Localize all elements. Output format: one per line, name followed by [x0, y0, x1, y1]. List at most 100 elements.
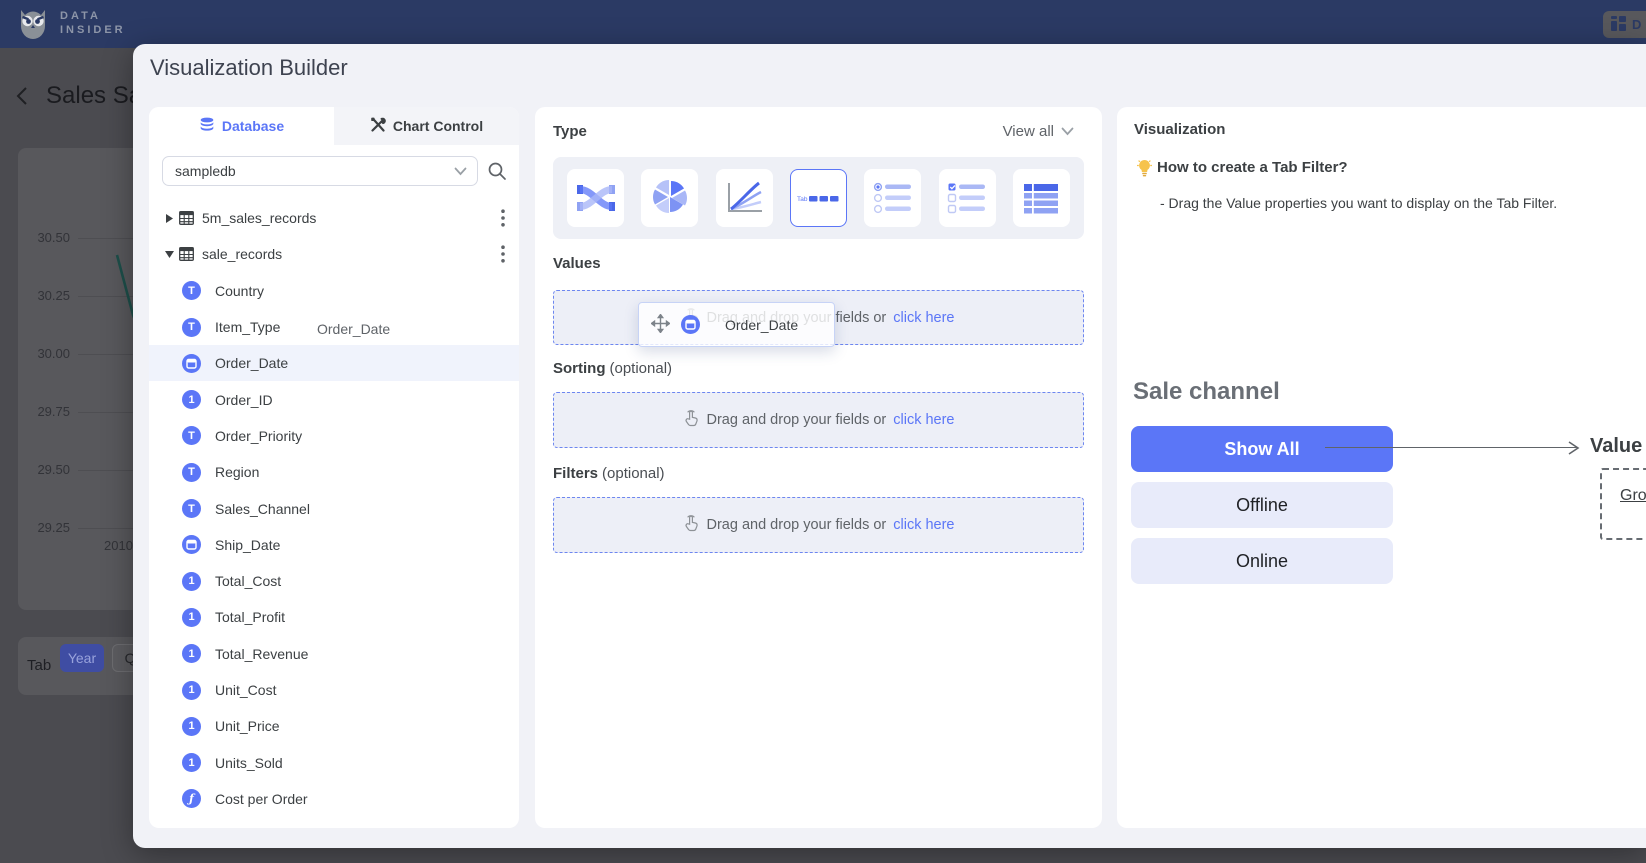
tree-item-total_revenue[interactable]: 1Total_Revenue — [149, 636, 519, 672]
dropzone-click-here-link[interactable]: click here — [893, 517, 954, 533]
field-label: Unit_Price — [215, 718, 280, 734]
number-field-icon: 1 — [182, 644, 201, 663]
caret-down-icon[interactable] — [161, 250, 177, 259]
chevron-down-icon — [1061, 123, 1074, 140]
chart-type-pie[interactable] — [641, 169, 698, 227]
period-tab-year[interactable]: Year — [60, 644, 104, 672]
chart-type-sankey[interactable] — [567, 169, 624, 227]
period-group-label: Tab — [27, 657, 51, 674]
database-select-value: sampledb — [175, 163, 236, 179]
tree-item-order_date[interactable]: Order_Date — [149, 345, 519, 381]
builder-panel: Type View all — [535, 107, 1102, 828]
tree-item-unit_price[interactable]: 1 Unit_Price — [149, 708, 519, 744]
sorting-dropzone[interactable]: Drag and drop your fields or click here — [553, 392, 1084, 448]
tab-chart-control-label: Chart Control — [393, 118, 483, 134]
visualization-title: Visualization — [1134, 121, 1225, 138]
field-label: Order_Date — [215, 355, 288, 371]
tree-item-order_id[interactable]: 1Order_ID — [149, 381, 519, 417]
date-field-icon — [182, 354, 201, 373]
field-label: Total_Profit — [215, 609, 285, 625]
chart-type-checkbox-list[interactable] — [939, 169, 996, 227]
field-label: Item_Type — [215, 319, 280, 335]
back-chevron-icon[interactable] — [12, 85, 32, 112]
field-label: Cost per Order — [215, 791, 308, 807]
tab-filter-show-all-button[interactable]: Show All — [1131, 426, 1393, 472]
tab-database-label: Database — [222, 118, 284, 134]
more-options-icon[interactable] — [501, 245, 505, 266]
dropzone-text: Drag and drop your fields or — [707, 412, 887, 428]
callout-value-label: Value — [1590, 435, 1642, 458]
table-label: sale_records — [202, 246, 282, 262]
chart-type-radio-list[interactable] — [864, 169, 921, 227]
bulb-icon — [1136, 158, 1153, 182]
chart-type-line[interactable] — [716, 169, 773, 227]
tree-item-5m_sales_records[interactable]: 5m_sales_records — [149, 200, 519, 236]
field-label: Region — [215, 464, 259, 480]
text-field-icon: T — [182, 499, 201, 518]
tree-item-sale_records[interactable]: sale_records — [149, 236, 519, 272]
hint-body: - Drag the Value properties you want to … — [1160, 195, 1557, 211]
filters-dropzone[interactable]: Drag and drop your fields or click here — [553, 497, 1084, 553]
callout-group-link[interactable]: Group — [1620, 487, 1646, 505]
tree-item-region[interactable]: TRegion — [149, 454, 519, 490]
field-tree: 5m_sales_recordssale_recordsTCountryTIte… — [149, 200, 519, 817]
y-axis-tick: 29.50 — [18, 463, 70, 477]
tab-filter-online-button[interactable]: Online — [1131, 538, 1393, 584]
tree-item-unit_cost[interactable]: 1 Unit_Cost — [149, 672, 519, 708]
panel-tabs: Database Chart Control — [149, 107, 519, 145]
chevron-down-icon — [454, 163, 467, 179]
values-section-label: Values — [553, 255, 601, 272]
tree-item-units_sold[interactable]: 1Units_Sold — [149, 744, 519, 780]
tree-item-total_cost[interactable]: 1Total_Cost — [149, 563, 519, 599]
callout-group-box: Group — [1600, 468, 1646, 540]
dropzone-click-here-link[interactable]: click here — [893, 310, 954, 326]
tab-database[interactable]: Database — [149, 107, 334, 145]
filters-section-label: Filters(optional) — [553, 465, 665, 482]
number-field-icon: 1 — [182, 717, 201, 736]
field-label: Ship_Date — [215, 537, 280, 553]
modal-title: Visualization Builder — [150, 55, 348, 81]
number-field-icon: 1 — [182, 608, 201, 627]
hint-title: How to create a Tab Filter? — [1157, 159, 1348, 176]
more-options-icon[interactable] — [501, 209, 505, 230]
number-field-icon: 1 — [182, 681, 201, 700]
dashboard-nav-button[interactable]: D — [1603, 11, 1646, 38]
tab-filter-offline-button[interactable]: Offline — [1131, 482, 1393, 528]
move-icon — [651, 314, 670, 336]
visualization-builder-modal: Visualization Builder Database — [133, 44, 1646, 848]
svg-text:Tab: Tab — [797, 196, 808, 203]
sorting-section-label: Sorting(optional) — [553, 360, 672, 377]
tab-chart-control[interactable]: Chart Control — [334, 107, 519, 145]
tree-item-ship_date[interactable]: Ship_Date — [149, 527, 519, 563]
y-axis-tick: 30.00 — [18, 347, 70, 361]
text-field-icon: T — [182, 281, 201, 300]
owl-logo-icon — [14, 4, 52, 47]
table-icon — [179, 211, 194, 225]
tree-item-sales_channel[interactable]: T Sales_Channel — [149, 490, 519, 526]
field-label: Order_Priority — [215, 428, 302, 444]
database-select[interactable]: sampledb — [162, 156, 478, 186]
field-label: Units_Sold — [215, 755, 283, 771]
search-icon[interactable] — [487, 161, 507, 186]
nav-button-label: D — [1632, 17, 1641, 32]
drag-hand-icon — [683, 514, 700, 536]
tree-item-country[interactable]: TCountry — [149, 273, 519, 309]
date-field-icon — [182, 535, 201, 554]
dropzone-click-here-link[interactable]: click here — [893, 412, 954, 428]
type-section-label: Type — [553, 123, 587, 140]
text-field-icon: T — [182, 426, 201, 445]
field-label: Unit_Cost — [215, 682, 276, 698]
tree-item-order_priority[interactable]: T Order_Priority — [149, 418, 519, 454]
chart-type-tab-filter[interactable]: Tab — [790, 169, 847, 227]
view-all-button[interactable]: View all — [1003, 123, 1074, 140]
field-label: Order_ID — [215, 392, 273, 408]
field-label: Sales_Channel — [215, 501, 310, 517]
dropzone-text: Drag and drop your fields or — [707, 517, 887, 533]
chart-type-strip: Tab — [553, 157, 1084, 239]
tree-item-cost_per_order[interactable]: ƒCost per Order — [149, 781, 519, 817]
tree-item-total_profit[interactable]: 1 Total_Profit — [149, 599, 519, 635]
app-header: DATA INSIDER D — [0, 0, 1646, 48]
chart-type-table[interactable] — [1013, 169, 1070, 227]
caret-right-icon[interactable] — [161, 213, 177, 224]
dashboard-icon — [1611, 16, 1626, 34]
